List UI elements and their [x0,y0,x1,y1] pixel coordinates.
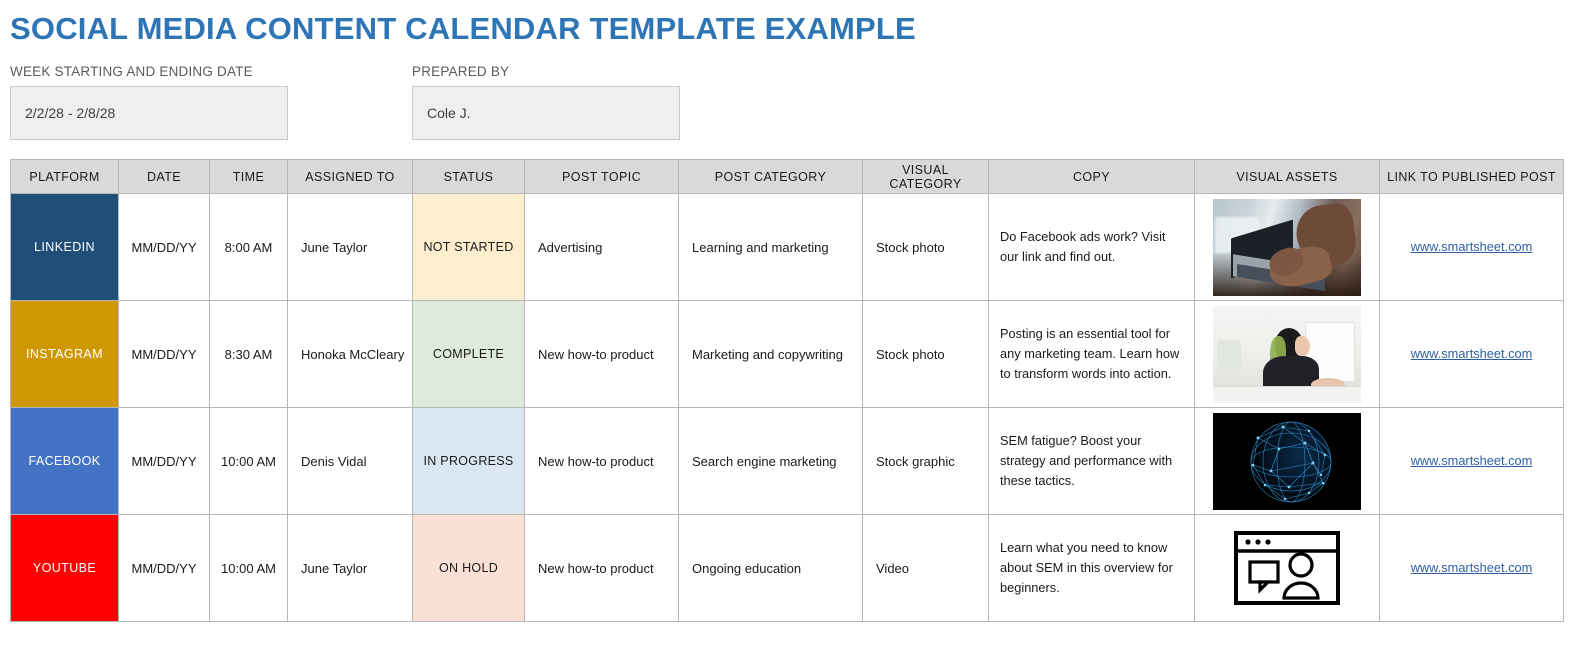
table-row: INSTAGRAM MM/DD/YY 8:30 AM Honoka McClea… [10,300,1564,409]
post-category-cell[interactable]: Marketing and copywriting [678,300,863,409]
column-header-copy[interactable]: COPY [988,159,1195,195]
visual-category-cell[interactable]: Stock photo [862,300,989,409]
column-header-post-category[interactable]: POST CATEGORY [678,159,863,195]
webinar-browser-chat-person-icon [1213,519,1361,617]
visual-category-cell[interactable]: Video [862,514,989,623]
post-topic-cell[interactable]: Advertising [524,193,679,302]
date-cell[interactable]: MM/DD/YY [118,300,210,409]
column-header-visual-assets[interactable]: VISUAL ASSETS [1194,159,1380,195]
assigned-to-cell[interactable]: June Taylor [287,514,413,623]
post-topic-cell[interactable]: New how-to product [524,300,679,409]
published-link-cell[interactable]: www.smartsheet.com [1379,514,1564,623]
prepared-by-label: PREPARED BY [412,64,510,80]
published-link-cell[interactable]: www.smartsheet.com [1379,300,1564,409]
wireframe-globe-graphic [1213,412,1361,510]
prepared-by-field-group: PREPARED BY Cole J. [412,64,680,141]
column-header-status[interactable]: STATUS [412,159,525,195]
table-row: LINKEDIN MM/DD/YY 8:00 AM June Taylor NO… [10,193,1564,302]
assigned-to-cell[interactable]: Honoka McCleary [287,300,413,409]
published-link-cell[interactable]: www.smartsheet.com [1379,407,1564,516]
content-calendar-table: PLATFORM DATE TIME ASSIGNED TO STATUS PO… [10,159,1564,623]
date-cell[interactable]: MM/DD/YY [118,193,210,302]
time-cell[interactable]: 10:00 AM [209,407,288,516]
table-header-row: PLATFORM DATE TIME ASSIGNED TO STATUS PO… [10,159,1564,195]
week-field-group: WEEK STARTING AND ENDING DATE 2/2/28 - 2… [10,64,288,141]
visual-asset-cell[interactable] [1194,514,1380,623]
column-header-link[interactable]: LINK TO PUBLISHED POST [1379,159,1564,195]
platform-badge[interactable]: LINKEDIN [10,193,119,302]
post-category-cell[interactable]: Search engine marketing [678,407,863,516]
visual-category-cell[interactable]: Stock graphic [862,407,989,516]
copy-cell[interactable]: Posting is an essential tool for any mar… [988,300,1195,409]
published-post-link[interactable]: www.smartsheet.com [1411,560,1533,575]
post-category-cell[interactable]: Ongoing education [678,514,863,623]
status-badge[interactable]: COMPLETE [412,300,525,409]
published-link-cell[interactable]: www.smartsheet.com [1379,193,1564,302]
status-badge[interactable]: ON HOLD [412,514,525,623]
platform-badge[interactable]: YOUTUBE [10,514,119,623]
column-header-platform[interactable]: PLATFORM [10,159,119,195]
visual-category-cell[interactable]: Stock photo [862,193,989,302]
column-header-time[interactable]: TIME [209,159,288,195]
woman-at-computer-photo [1213,305,1361,403]
table-row: FACEBOOK MM/DD/YY 10:00 AM Denis Vidal I… [10,407,1564,516]
post-topic-cell[interactable]: New how-to product [524,514,679,623]
column-header-visual-category[interactable]: VISUAL CATEGORY [862,159,989,195]
week-input[interactable]: 2/2/28 - 2/8/28 [10,86,288,141]
laptop-typing-photo [1213,198,1361,296]
visual-asset-cell[interactable] [1194,407,1380,516]
date-cell[interactable]: MM/DD/YY [118,514,210,623]
assigned-to-cell[interactable]: June Taylor [287,193,413,302]
status-badge[interactable]: IN PROGRESS [412,407,525,516]
published-post-link[interactable]: www.smartsheet.com [1411,346,1533,361]
table-row: YOUTUBE MM/DD/YY 10:00 AM June Taylor ON… [10,514,1564,623]
copy-cell[interactable]: Learn what you need to know about SEM in… [988,514,1195,623]
time-cell[interactable]: 8:30 AM [209,300,288,409]
column-header-assigned-to[interactable]: ASSIGNED TO [287,159,413,195]
assigned-to-cell[interactable]: Denis Vidal [287,407,413,516]
prepared-by-input[interactable]: Cole J. [412,86,680,141]
time-cell[interactable]: 8:00 AM [209,193,288,302]
platform-badge[interactable]: INSTAGRAM [10,300,119,409]
copy-cell[interactable]: Do Facebook ads work? Visit our link and… [988,193,1195,302]
column-header-date[interactable]: DATE [118,159,210,195]
column-header-post-topic[interactable]: POST TOPIC [524,159,679,195]
platform-badge[interactable]: FACEBOOK [10,407,119,516]
time-cell[interactable]: 10:00 AM [209,514,288,623]
status-badge[interactable]: NOT STARTED [412,193,525,302]
post-category-cell[interactable]: Learning and marketing [678,193,863,302]
copy-cell[interactable]: SEM fatigue? Boost your strategy and per… [988,407,1195,516]
visual-asset-cell[interactable] [1194,193,1380,302]
meta-fields: WEEK STARTING AND ENDING DATE 2/2/28 - 2… [0,46,1594,141]
visual-asset-cell[interactable] [1194,300,1380,409]
published-post-link[interactable]: www.smartsheet.com [1411,453,1533,468]
week-label: WEEK STARTING AND ENDING DATE [10,64,253,80]
page-title: SOCIAL MEDIA CONTENT CALENDAR TEMPLATE E… [10,11,916,46]
published-post-link[interactable]: www.smartsheet.com [1411,239,1533,254]
post-topic-cell[interactable]: New how-to product [524,407,679,516]
date-cell[interactable]: MM/DD/YY [118,407,210,516]
